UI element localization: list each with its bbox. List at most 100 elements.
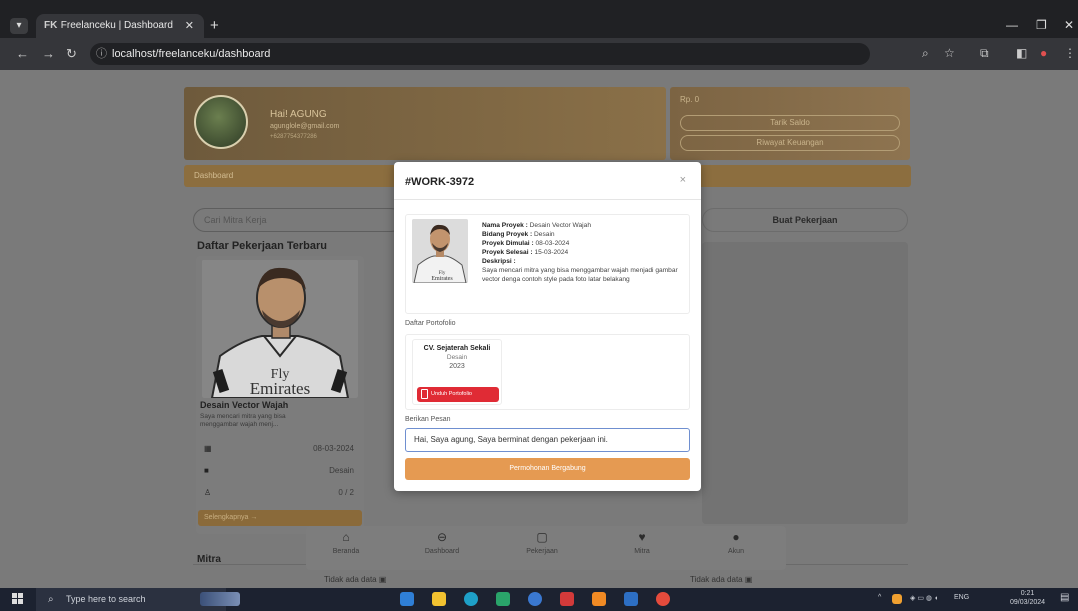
portfolio-field: Desain — [446, 354, 468, 361]
join-request-button[interactable]: Permohonan Bergabung — [405, 458, 690, 480]
notification-icon[interactable]: ▤ — [1060, 592, 1069, 603]
taskbar: ⌕ Type here to search ^ ◈ ▭ ◍ ◖ ENG 0:21… — [0, 588, 1078, 611]
chrome-icon[interactable] — [656, 592, 670, 606]
users-icon: ♙ — [204, 488, 212, 497]
divider-right — [786, 564, 908, 565]
project-desc-label-line: Deskripsi : — [482, 257, 688, 266]
minimize-icon[interactable]: — — [1006, 18, 1018, 32]
project-field: Desain — [534, 231, 555, 238]
app-icon-5[interactable] — [624, 592, 638, 606]
app-icon-2[interactable] — [528, 592, 542, 606]
home-icon: ⌂ — [342, 530, 350, 544]
tray-icons[interactable]: ◈ ▭ ◍ ◖ — [910, 594, 938, 602]
url-text: localhost/freelanceku/dashboard — [112, 48, 271, 60]
app-icon-3[interactable] — [560, 592, 574, 606]
project-desc-label: Deskripsi : — [482, 258, 516, 265]
new-tab-icon[interactable]: + — [210, 17, 219, 34]
job-card-slots-row: ♙ 0 / 2 — [200, 488, 358, 502]
maximize-icon[interactable]: ❐ — [1036, 18, 1047, 32]
project-start-line: Proyek Dimulai : 08-03-2024 — [482, 239, 688, 248]
project-photo: Fly Emirates — [412, 219, 468, 283]
handshake-icon: ♥ — [638, 530, 646, 544]
nav-beranda[interactable]: ⌂ Beranda — [308, 530, 384, 555]
browser-menu-icon[interactable]: ⋮ — [1064, 46, 1076, 60]
language-indicator[interactable]: ENG — [954, 594, 969, 601]
browser-toolbar: ← → ↻ ⓘ localhost/freelanceku/dashboard … — [0, 38, 1078, 70]
right-panel — [702, 242, 908, 524]
close-icon[interactable]: × — [680, 174, 686, 186]
project-details: Nama Proyek : Desain Vector Wajah Bidang… — [482, 221, 688, 284]
edge-icon[interactable] — [464, 592, 478, 606]
app-icon-1[interactable] — [496, 592, 510, 606]
weather-widget-icon[interactable] — [200, 592, 240, 606]
nav-mitra[interactable]: ♥ Mitra — [604, 530, 680, 555]
job-card-more-label: Selengkapnya — [204, 514, 249, 521]
job-card-more-button[interactable]: Selengkapnya → — [198, 510, 362, 526]
search-input[interactable]: Cari Mitra Kerja — [193, 208, 403, 232]
portfolio-label: Daftar Portofolio — [405, 320, 456, 327]
account-icon: ● — [732, 530, 740, 544]
tray-app-icon[interactable] — [892, 594, 902, 604]
profile-banner: Hai! AGUNG agunglole@gmail.com +62877543… — [184, 87, 666, 160]
browser-tab[interactable]: FK Freelanceku | Dashboard ✕ — [36, 14, 204, 38]
extensions-icon[interactable]: ⧉ — [980, 46, 989, 61]
nav-dashboard-label: Dashboard — [424, 548, 460, 555]
sidepanel-icon[interactable]: ◧ — [1016, 46, 1027, 60]
latest-jobs-title: Daftar Pekerjaan Terbaru — [197, 240, 328, 252]
reload-icon[interactable]: ↻ — [66, 46, 77, 62]
clock-date: 09/03/2024 — [1010, 599, 1046, 606]
file-explorer-icon[interactable] — [432, 592, 446, 606]
clock[interactable]: 0:21 09/03/2024 — [1010, 589, 1045, 607]
nav-pekerjaan[interactable]: ▢ Pekerjaan — [504, 530, 580, 555]
finance-history-button[interactable]: Riwayat Keuangan — [680, 135, 900, 151]
windows-start-icon[interactable] — [12, 593, 24, 605]
project-start-label: Proyek Dimulai : — [482, 240, 534, 247]
document-icon — [421, 389, 428, 399]
bookmark-star-icon[interactable]: ☆ — [944, 46, 955, 60]
job-card-category-row: ■ Desain — [200, 466, 358, 480]
project-start: 08-03-2024 — [535, 240, 570, 247]
zoom-icon[interactable]: ⌕ — [922, 46, 929, 61]
create-job-button[interactable]: Buat Pekerjaan — [702, 208, 908, 232]
profile-icon[interactable]: ● — [1040, 46, 1047, 60]
job-card-title: Desain Vector Wajah — [200, 400, 289, 410]
nav-dashboard[interactable]: ⊖ Dashboard — [404, 530, 480, 555]
category-icon: ■ — [204, 466, 209, 475]
portfolio-box: CV. Sejaterah Sekali Desain 2023 Unduh P… — [405, 334, 690, 410]
download-portfolio-button[interactable]: Unduh Portofolio — [417, 387, 499, 402]
vscode-icon[interactable] — [400, 592, 414, 606]
job-card[interactable]: Fly Emirates Desain Vector Wajah Saya me… — [196, 256, 364, 534]
bottom-nav: ⌂ Beranda ⊖ Dashboard ▢ Pekerjaan ♥ Mitra ● A… — [306, 526, 786, 570]
no-data-right: Tidak ada data ▣ — [690, 575, 752, 584]
job-card-image: Fly Emirates — [202, 260, 358, 398]
withdraw-button[interactable]: Tarik Saldo — [680, 115, 900, 131]
portfolio-name: CV. Sejaterah Sekali — [423, 345, 491, 352]
download-portfolio-label: Unduh Portofolio — [431, 391, 472, 397]
mitra-title: Mitra — [197, 554, 221, 565]
site-info-icon[interactable]: ⓘ — [96, 43, 107, 65]
balance-panel: Rp. 0 Tarik Saldo Riwayat Keuangan — [670, 87, 910, 160]
tab-search-icon[interactable]: ▾ — [10, 18, 28, 34]
nav-akun-label: Akun — [728, 548, 744, 555]
address-bar[interactable]: ⓘ localhost/freelanceku/dashboard — [90, 43, 870, 65]
message-input[interactable]: Hai, Saya agung, Saya berminat dengan pe… — [405, 428, 690, 452]
search-icon: ⌕ — [48, 594, 54, 605]
app-icon-4[interactable] — [592, 592, 606, 606]
tray-chevron-icon[interactable]: ^ — [878, 594, 881, 601]
avatar — [194, 95, 248, 149]
project-name: Desain Vector Wajah — [529, 222, 591, 229]
portfolio-card: CV. Sejaterah Sekali Desain 2023 Unduh P… — [412, 339, 502, 405]
work-detail-modal: #WORK-3972 × Fly Emirates Nama Proyek : … — [394, 162, 701, 491]
arrow-right-icon: → — [250, 514, 258, 521]
tab-close-icon[interactable]: ✕ — [185, 14, 194, 38]
forward-icon[interactable]: → — [42, 46, 55, 61]
nav-akun[interactable]: ● Akun — [698, 530, 774, 555]
job-card-category: Desain — [329, 466, 354, 475]
back-icon[interactable]: ← — [16, 46, 29, 61]
empty-box-icon: ▣ — [744, 575, 753, 584]
taskbar-search[interactable]: ⌕ Type here to search — [36, 588, 226, 611]
nav-beranda-label: Beranda — [332, 548, 360, 555]
briefcase-icon: ▢ — [536, 530, 548, 544]
job-card-date: 08-03-2024 — [313, 444, 354, 453]
window-close-icon[interactable]: ✕ — [1064, 18, 1074, 32]
